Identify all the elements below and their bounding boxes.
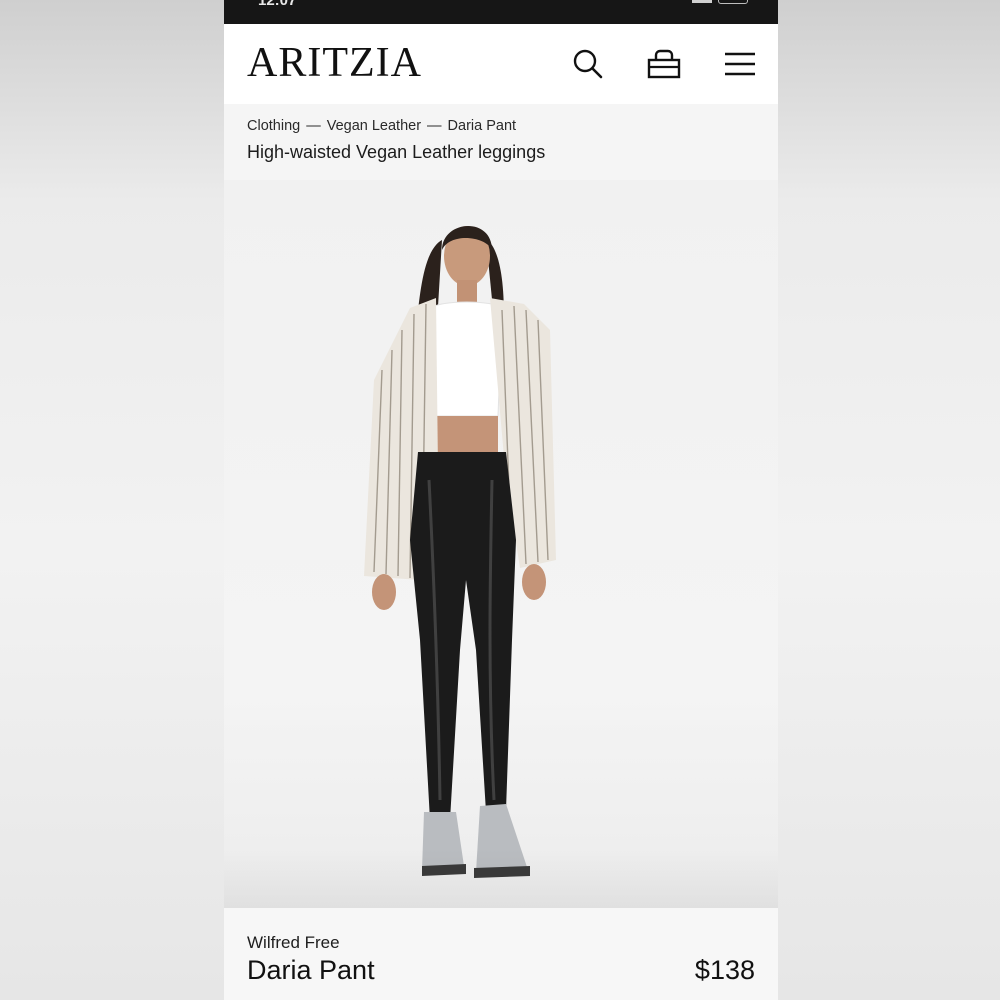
breadcrumb-daria-pant[interactable]: Daria Pant (448, 118, 517, 134)
breadcrumb-separator: — (427, 118, 442, 134)
product-info: Wilfred Free Daria Pant $138 (224, 908, 778, 1000)
status-bar: 12:07 (224, 0, 778, 24)
site-header: ARITZIA (224, 24, 778, 104)
phone-screen: 12:07 ARITZIA Clothing — Vegan Leather —… (224, 0, 778, 1000)
breadcrumb-separator: — (306, 118, 321, 134)
product-price: $138 (694, 955, 755, 985)
product-brand[interactable]: Wilfred Free (247, 933, 755, 953)
battery-icon (718, 0, 748, 4)
status-time: 12:07 (258, 0, 297, 9)
breadcrumb-vegan-leather[interactable]: Vegan Leather (327, 118, 421, 134)
product-name-row: Daria Pant $138 (247, 955, 755, 986)
menu-button[interactable] (722, 46, 758, 82)
breadcrumb-section: Clothing — Vegan Leather — Daria Pant Hi… (224, 104, 778, 180)
search-icon (573, 49, 603, 79)
product-name: Daria Pant (247, 955, 375, 985)
hamburger-menu-icon (725, 52, 755, 76)
product-subtitle: High-waisted Vegan Leather leggings (247, 142, 546, 162)
breadcrumb: Clothing — Vegan Leather — Daria Pant (247, 118, 755, 134)
floor-shadow (224, 848, 778, 908)
model-photo-illustration (364, 225, 556, 878)
signal-icon (692, 0, 712, 3)
shopping-bag-icon (647, 49, 681, 79)
status-indicators (692, 0, 748, 4)
blurred-backdrop-left (0, 0, 224, 1000)
brand-logo[interactable]: ARITZIA (247, 42, 422, 84)
breadcrumb-clothing[interactable]: Clothing (247, 118, 300, 134)
product-image[interactable] (224, 180, 778, 908)
shopping-bag-button[interactable] (646, 46, 682, 82)
blurred-backdrop-right (778, 0, 1000, 1000)
search-button[interactable] (570, 46, 606, 82)
